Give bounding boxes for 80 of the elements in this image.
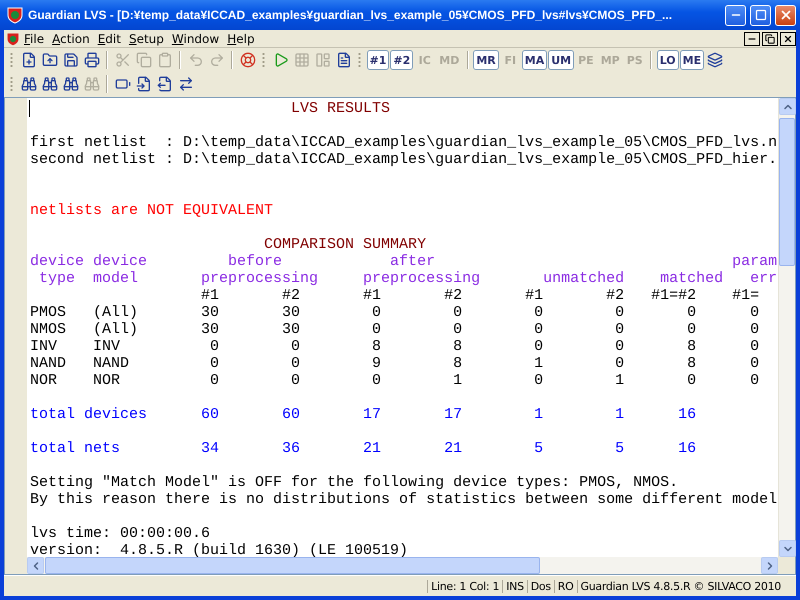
window-title: Guardian LVS - [D:¥temp_data¥ICCAD_examples¥guardian_lvs_example_05¥CMOS_PFD_lvs#lvs¥CMOS_PFD_... [28, 8, 674, 22]
toolbar-button[interactable]: ME [680, 50, 704, 70]
text-line: By this reason there is no distributions of statistics between some different model [30, 491, 778, 508]
text-line: device device before after param [30, 253, 778, 270]
binoculars-icon [62, 76, 78, 92]
text-line: LVS RESULTS [30, 100, 778, 117]
lifebuoy-icon [240, 52, 256, 68]
horizontal-scrollbar[interactable] [27, 557, 778, 574]
text-line: Setting "Match Model" is OFF for the following device types: PMOS, NMOS. [30, 474, 680, 491]
text-line: NOR NOR 0 0 0 1 0 1 0 0 [30, 372, 760, 389]
status-text: Line: 1 Col: 1 [427, 580, 502, 592]
restore-icon [765, 34, 775, 44]
text-editor[interactable] [4, 97, 796, 575]
toolbar-button[interactable]: #2 [390, 50, 414, 70]
menu-item[interactable]: Setup [124, 32, 168, 46]
toolbar-button[interactable]: MR [473, 50, 499, 70]
printer-icon [84, 52, 100, 68]
binoculars-icon [20, 76, 36, 92]
scroll-thumb[interactable] [779, 118, 795, 266]
shield-icon [6, 32, 20, 46]
toolbar-button[interactable]: #1 [366, 50, 390, 70]
clipboard-icon [156, 52, 172, 68]
scrollbar-corner [778, 557, 795, 574]
scroll-right-button[interactable] [761, 557, 778, 574]
shield-icon [6, 6, 24, 24]
file-output-icon [156, 76, 172, 92]
text-line: first netlist : D:\temp_data\ICCAD_examples\guardian_lvs_example_05\CMOS_PFD_lvs.n [30, 134, 778, 151]
text-line: total devices 60 60 17 17 1 1 16 [30, 406, 698, 423]
text-line: version: 4.8.5.R (build 1630) (LE 100519) [30, 542, 410, 557]
text-line: #1 #2 #1 #2 #1 #2 #1=#2 #1= [200, 287, 760, 304]
toolbar-button[interactable]: LO [656, 50, 679, 70]
swap-icon [178, 76, 194, 92]
scroll-left-button[interactable] [27, 557, 44, 574]
close-button[interactable] [780, 32, 796, 46]
save-icon [62, 52, 78, 68]
status-text: INS [502, 580, 527, 592]
status-text: Dos [526, 580, 554, 592]
play-icon [272, 52, 288, 68]
toolbar-button[interactable]: UM [548, 50, 574, 70]
scissors-icon [114, 52, 130, 68]
menu-item[interactable]: Window [168, 32, 224, 46]
text-line: INV INV 0 0 8 8 0 0 8 0 [30, 338, 760, 355]
restore-button[interactable] [762, 32, 778, 46]
text-line: NMOS (All) 30 30 0 0 0 0 0 0 [30, 321, 760, 338]
new-file-icon [20, 52, 36, 68]
close-icon [783, 34, 793, 44]
maximize-button[interactable] [750, 4, 771, 26]
vertical-scrollbar[interactable] [778, 98, 795, 557]
text-line: PMOS (All) 30 30 0 0 0 0 0 0 [30, 304, 760, 321]
text-line: COMPARISON SUMMARY [263, 236, 428, 253]
status-text: Guardian LVS 4.8.5.R © SILVACO 2010 [576, 580, 784, 592]
text-line: total nets 34 36 21 21 5 5 16 [30, 440, 698, 457]
text-line: NAND NAND 0 0 9 8 1 0 8 0 [30, 355, 760, 372]
document-icon [336, 52, 352, 68]
close-icon [778, 8, 792, 22]
text-line: second netlist : D:\temp_data\ICCAD_examples\guardian_lvs_example_05\CMOS_PFD_hier. [30, 151, 778, 168]
file-input-icon [136, 76, 152, 92]
layout-icon [314, 52, 330, 68]
copy-icon [136, 52, 152, 68]
status-text: RO [554, 580, 576, 592]
text-line: lvs time: 00:00:00.6 [30, 525, 212, 542]
toolbar-button[interactable]: MA [522, 50, 548, 70]
grid-icon [294, 52, 310, 68]
minimize-button[interactable] [744, 32, 760, 46]
windows-icon [707, 52, 724, 68]
undo-icon [188, 52, 204, 68]
menu-item[interactable]: Action [48, 32, 94, 46]
scroll-down-button[interactable] [779, 540, 796, 557]
scroll-up-button[interactable] [779, 98, 796, 115]
text-line: netlists are NOT EQUIVALENT [30, 202, 274, 219]
menu-item[interactable]: Help [223, 32, 259, 46]
redo-icon [208, 52, 224, 68]
binoculars-icon [42, 76, 58, 92]
maximize-icon [754, 9, 766, 21]
scroll-thumb[interactable] [45, 557, 540, 574]
menu-item[interactable]: Edit [94, 32, 125, 46]
open-file-icon [42, 52, 58, 68]
menu-item[interactable]: File [20, 32, 48, 46]
text-line: type model preprocessing preprocessing unmatched matched err [38, 270, 778, 287]
binoculars-icon [84, 76, 100, 92]
